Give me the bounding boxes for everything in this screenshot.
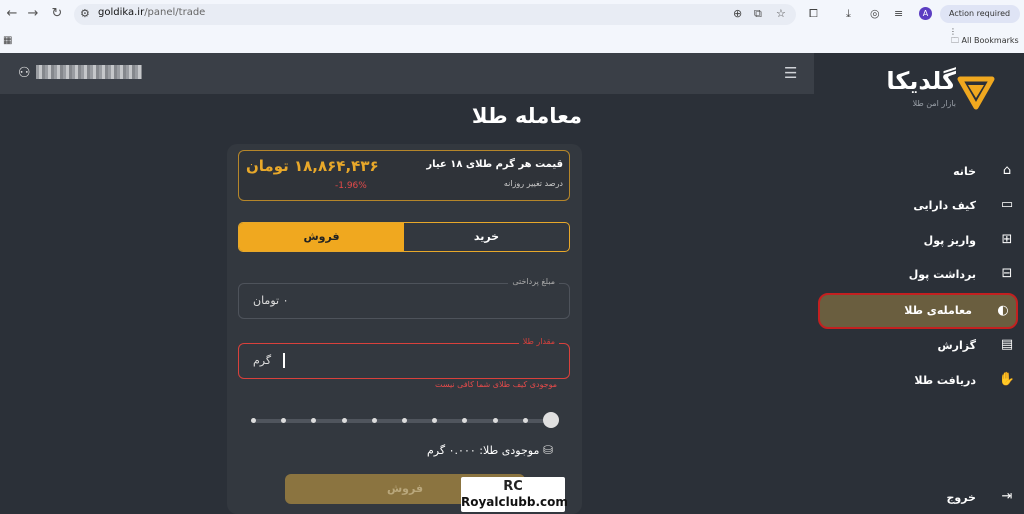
site-logo[interactable]: گلدیکا بازار امن طلا xyxy=(846,65,1006,121)
sidebar-item-label: دریافت طلا xyxy=(914,374,976,387)
extensions-icon[interactable]: ⧠ xyxy=(809,7,818,21)
sidebar-item-home[interactable]: ⌂ خانه xyxy=(814,157,1024,187)
wallet-icon: ▭ xyxy=(1000,197,1014,212)
slider-step[interactable] xyxy=(311,418,316,423)
tab-buy[interactable]: خرید xyxy=(404,223,569,251)
zoom-icon[interactable]: ⊕ xyxy=(733,7,742,20)
gold-amount-label: مقدار طلا xyxy=(518,337,559,346)
bookmark-star-icon[interactable]: ☆ xyxy=(776,7,786,20)
receive-gold-icon: ✋ xyxy=(998,372,1016,387)
apps-grid-icon[interactable]: ▦ xyxy=(3,35,12,46)
sidebar-item-label: کیف دارایی xyxy=(913,199,976,212)
slider-step[interactable] xyxy=(251,418,256,423)
sidebar-item-label: واریز پول xyxy=(923,234,976,247)
goldika-logo-icon xyxy=(957,76,995,110)
logout-icon: ⇥ xyxy=(1001,489,1013,504)
sidebar: گلدیکا بازار امن طلا ⌂ خانه ▭ کیف دارایی… xyxy=(814,53,1024,512)
sidebar-item-wallet[interactable]: ▭ کیف دارایی xyxy=(814,191,1024,221)
logo-text: گلدیکا xyxy=(886,67,956,95)
price-label: قیمت هر گرم طلای ۱۸ عیار xyxy=(426,159,563,170)
watermark-mark: RC xyxy=(503,479,523,494)
slider-step[interactable] xyxy=(523,418,528,423)
slider-step[interactable] xyxy=(432,418,437,423)
slider-step[interactable] xyxy=(372,418,377,423)
download-icon[interactable]: ⤓ xyxy=(846,7,851,21)
hamburger-icon[interactable]: ☰ xyxy=(784,66,797,81)
payment-amount-label: مبلغ پرداختی xyxy=(508,277,559,286)
sidebar-item-label: معامله‌ی طلا xyxy=(904,304,972,317)
home-icon: ⌂ xyxy=(1002,163,1012,178)
main-content: معامله طلا قیمت هر گرم طلای ۱۸ عیار درصد… xyxy=(0,94,814,514)
sidebar-item-logout[interactable]: ⇥ خروج xyxy=(814,483,1024,513)
sidebar-item-label: خروج xyxy=(946,491,976,504)
gold-price-value: ۱۸,۸۶۴,۴۳۶ تومان xyxy=(246,157,379,175)
amount-slider[interactable] xyxy=(251,412,559,428)
reload-icon[interactable]: ↻ xyxy=(49,6,65,22)
page-title: معامله طلا xyxy=(471,104,582,128)
gold-balance: موجودی طلا: ۰.۰۰۰ گرم xyxy=(427,444,540,457)
media-icon[interactable]: ≡ xyxy=(894,7,903,20)
translate-icon[interactable]: ◎ xyxy=(870,7,880,20)
sidebar-item-receive-gold[interactable]: ✋ دریافت طلا xyxy=(814,366,1024,396)
address-bar[interactable]: ⚙ goldika.ir/panel/trade ⊕ ⧉ ☆ xyxy=(74,4,796,25)
trade-card: قیمت هر گرم طلای ۱۸ عیار درصد تغییر روزا… xyxy=(227,144,582,514)
bookmarks-bar: ▦ 🗀 All Bookmarks xyxy=(0,29,1024,53)
forward-icon[interactable]: → xyxy=(25,6,41,22)
logo-tagline: بازار امن طلا xyxy=(912,99,956,108)
tab-sell[interactable]: فروش xyxy=(239,223,404,251)
sidebar-item-deposit[interactable]: ⊞ واریز پول xyxy=(814,226,1024,256)
sidebar-item-withdraw[interactable]: ⊟ برداشت پول xyxy=(814,260,1024,290)
insufficient-balance-error: موجودی کیف طلای شما کافی نیست xyxy=(435,380,558,389)
sidebar-item-label: برداشت پول xyxy=(908,268,976,281)
install-app-icon[interactable]: ⧉ xyxy=(754,7,762,21)
deposit-icon: ⊞ xyxy=(1001,232,1013,247)
site-info-icon[interactable]: ⚙ xyxy=(80,7,90,20)
slider-step[interactable] xyxy=(462,418,467,423)
gold-amount-field[interactable]: مقدار طلا گرم xyxy=(238,337,570,379)
slider-step[interactable] xyxy=(342,418,347,423)
slider-step[interactable] xyxy=(402,418,407,423)
slider-step[interactable] xyxy=(493,418,498,423)
watermark-text: Royalclubb.com xyxy=(461,495,568,509)
profile-avatar[interactable]: A xyxy=(919,7,932,20)
withdraw-icon: ⊟ xyxy=(1001,266,1013,281)
report-icon: ▤ xyxy=(1000,337,1014,352)
text-cursor xyxy=(283,353,285,368)
payment-amount-value: ۰ تومان xyxy=(253,294,289,307)
gold-price-box: قیمت هر گرم طلای ۱۸ عیار درصد تغییر روزا… xyxy=(238,150,570,201)
back-icon[interactable]: ← xyxy=(4,6,20,22)
gold-bars-icon: ⛁ xyxy=(543,443,554,457)
url-text[interactable]: goldika.ir/panel/trade xyxy=(98,7,205,18)
user-icon[interactable]: ⚇ xyxy=(18,65,31,81)
gold-amount-unit: گرم xyxy=(253,354,272,367)
browser-chrome: ← → ↻ ⚙ goldika.ir/panel/trade ⊕ ⧉ ☆ ⧠ ⤓… xyxy=(0,0,1024,53)
sidebar-item-label: گزارش xyxy=(937,339,976,352)
daily-change-label: درصد تغییر روزانه xyxy=(503,179,563,188)
action-required-button[interactable]: Action required ⋮ xyxy=(940,5,1020,36)
daily-change-value: -1.96% xyxy=(335,181,367,191)
sidebar-item-label: خانه xyxy=(953,165,976,178)
trade-tabs: فروش خرید xyxy=(238,222,570,252)
all-bookmarks-button[interactable]: 🗀 All Bookmarks xyxy=(951,35,1019,49)
app-topbar: ⚇ ☰ xyxy=(0,53,814,94)
username-blurred xyxy=(36,65,142,79)
payment-amount-field[interactable]: مبلغ پرداختی ۰ تومان xyxy=(238,277,570,319)
browser-toolbar: ← → ↻ ⚙ goldika.ir/panel/trade ⊕ ⧉ ☆ ⧠ ⤓… xyxy=(0,0,1024,36)
slider-step[interactable] xyxy=(281,418,286,423)
sidebar-item-report[interactable]: ▤ گزارش xyxy=(814,331,1024,361)
trade-icon: ◐ xyxy=(997,303,1009,318)
watermark-logo: RC Royalclubb.com xyxy=(461,477,568,512)
slider-thumb[interactable] xyxy=(543,412,559,428)
sidebar-item-gold-trade[interactable]: ◐ معامله‌ی طلا xyxy=(818,293,1018,329)
